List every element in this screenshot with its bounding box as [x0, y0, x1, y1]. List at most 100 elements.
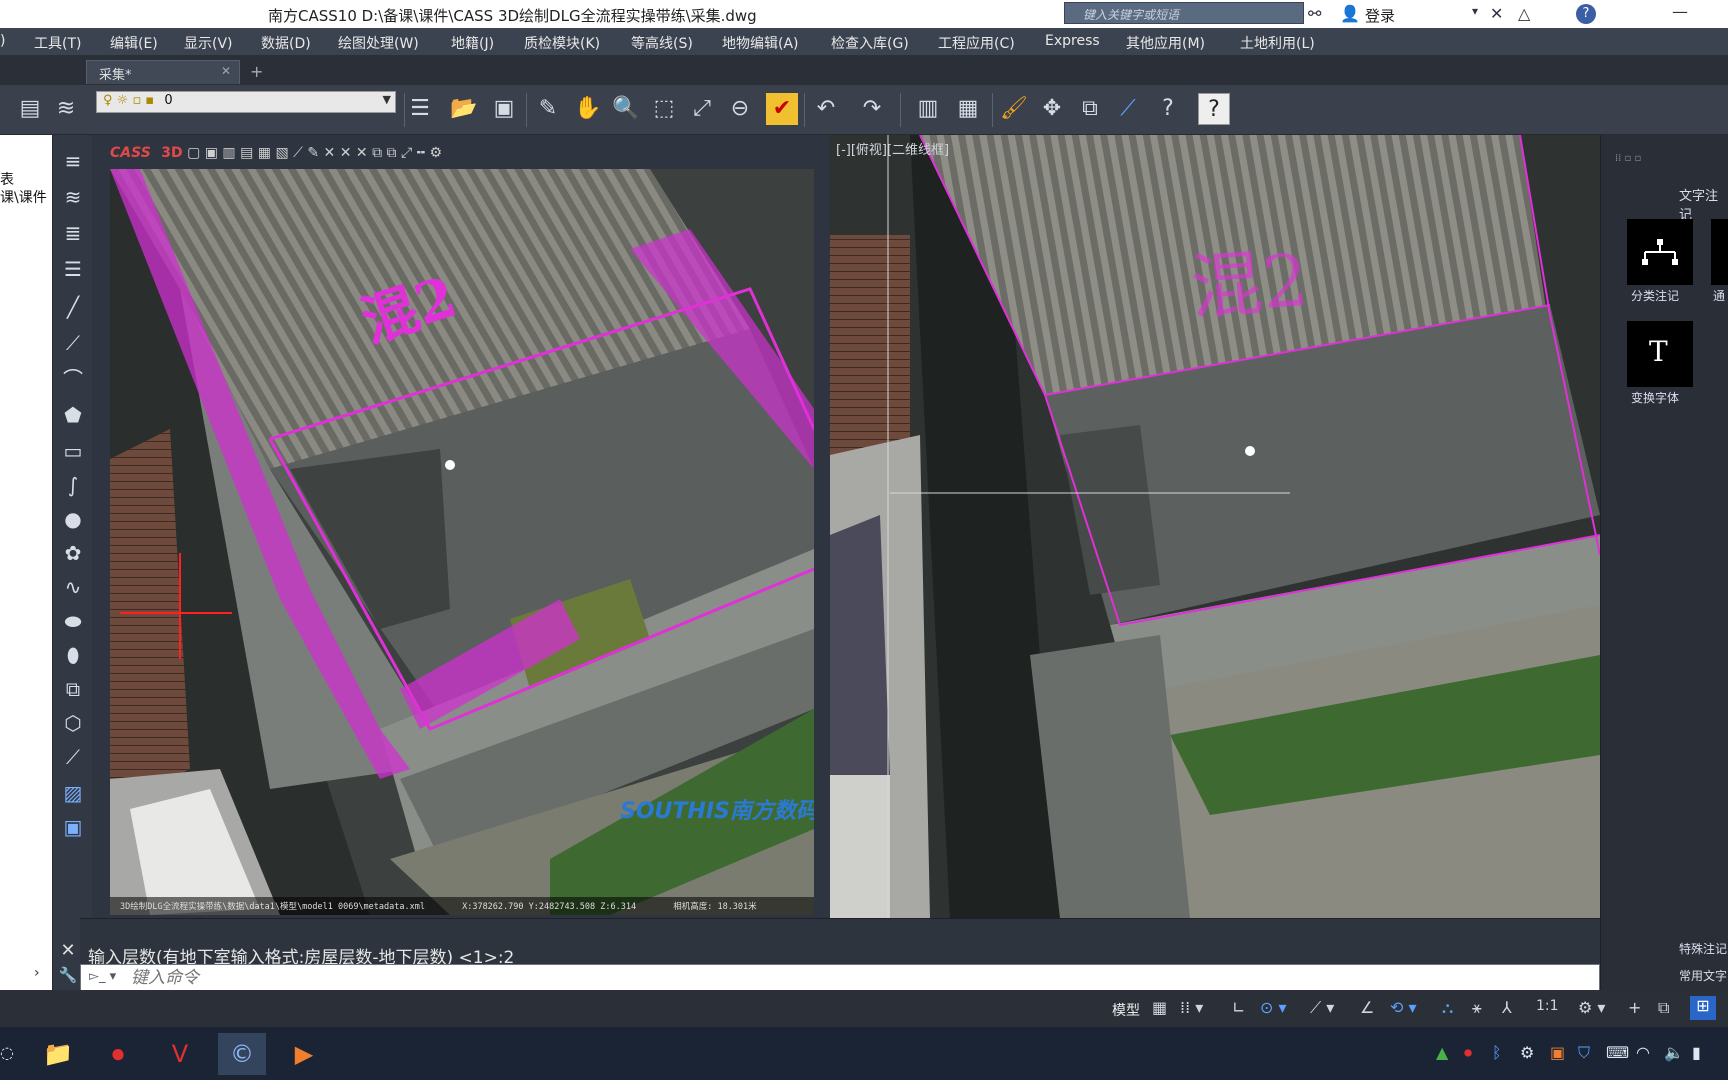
media-app-icon[interactable]: ▶ — [280, 1033, 328, 1075]
ime-icon[interactable]: ⌨ — [1606, 1043, 1629, 1062]
line-icon[interactable]: ╱ — [57, 291, 89, 323]
polyline-icon[interactable]: ⟋ — [57, 327, 89, 359]
help-icon[interactable]: ? — [1576, 4, 1596, 24]
viewport-label[interactable]: [-][俯视][二维线框] — [836, 139, 949, 158]
layer-dropdown[interactable]: ♀ ☼ ▫ ▪ 0 ▼ — [96, 91, 396, 113]
rectangle-icon[interactable]: ▭ — [57, 435, 89, 467]
battery-icon[interactable]: ▮ — [1692, 1043, 1701, 1062]
truncated-tool-button[interactable] — [1711, 219, 1728, 285]
save-icon[interactable]: ▣ — [488, 93, 520, 125]
menu-display[interactable]: 显示(V) — [184, 33, 233, 53]
tray-office-icon[interactable]: ▣ — [1550, 1043, 1565, 1062]
point-icon[interactable]: ⟋ — [57, 741, 89, 773]
brush-icon[interactable]: 🖌 — [998, 93, 1030, 125]
design-center-icon[interactable]: ▦ — [952, 93, 984, 125]
help-search-input[interactable]: 键入关键字或短语 — [1064, 2, 1304, 24]
common-text-label[interactable]: 常用文字 — [1679, 967, 1727, 984]
layer-properties-icon[interactable]: ▤ — [14, 93, 46, 125]
curve-icon[interactable]: ∫ — [57, 469, 89, 501]
user-icon[interactable]: 👤 — [1340, 4, 1360, 23]
help-icon[interactable]: ? — [1198, 93, 1230, 125]
zoom-icon[interactable]: 🔍 — [610, 93, 642, 125]
menu-data[interactable]: 数据(D) — [261, 33, 311, 53]
ellipse-arc-icon[interactable]: ⬮ — [57, 639, 89, 671]
menu-feature-edit[interactable]: 地物编辑(A) — [722, 33, 799, 53]
properties-icon[interactable]: ▥ — [912, 93, 944, 125]
zoom-previous-icon[interactable]: ⊖ — [724, 93, 756, 125]
change-font-button[interactable]: T — [1627, 321, 1693, 387]
move-icon[interactable]: ✥ — [1036, 93, 1068, 125]
login-dropdown-icon[interactable]: ▾ — [1472, 4, 1478, 18]
help-circle-icon[interactable]: ? — [1152, 93, 1184, 125]
menu-edit[interactable]: 编辑(E) — [110, 33, 158, 53]
settings-gear-icon[interactable]: ⚙ ▾ — [1578, 998, 1605, 1017]
shield-icon[interactable]: ⛉ — [1578, 1043, 1590, 1063]
recorder-icon[interactable]: ⏺ — [94, 1033, 142, 1075]
command-prompt-icon[interactable]: ▻_ ▾ — [89, 969, 116, 984]
workspace-icon[interactable]: ⅄ — [1502, 998, 1512, 1017]
menu-contour[interactable]: 等高线(S) — [631, 33, 693, 53]
trim-icon[interactable]: ⟋ — [1112, 93, 1144, 125]
annotation-scale-icon[interactable]: ⚹ — [1472, 998, 1482, 1018]
make-block-icon[interactable]: ⬡ — [57, 707, 89, 739]
layer-manager-icon[interactable]: ≡ — [57, 145, 89, 177]
3d-tool-icons[interactable]: ▢ ▣ ▥ ▤ ▦ ▧ ⟋ ✎ ✕ ✕ ✕ ⧉ ⧉ ⤢ ╍ ⚙ — [187, 145, 442, 161]
highlight-tool-icon[interactable]: ✔ — [766, 93, 798, 125]
revcloud-icon[interactable]: ✿ — [57, 537, 89, 569]
hatch-icon[interactable]: ▨ — [57, 777, 89, 809]
menu-check[interactable]: 检查入库(G) — [831, 33, 909, 53]
menu-other[interactable]: 其他应用(M) — [1126, 33, 1205, 53]
chevron-right-icon[interactable]: › — [34, 965, 40, 981]
login-button[interactable]: 登录 — [1365, 5, 1395, 26]
ortho-icon[interactable]: ∟ — [1232, 998, 1245, 1017]
layout-icon[interactable]: ⧉ — [1658, 998, 1669, 1018]
zoom-extents-icon[interactable]: ⤢ — [686, 93, 718, 125]
oblique-photo-view[interactable]: 混2 SOUTHIS南方数码 3D绘制DLG全流程实操带练\数据\data1\模… — [110, 169, 814, 915]
command-input[interactable] — [131, 968, 1591, 988]
spline-icon[interactable]: ∿ — [57, 571, 89, 603]
osnap-icon[interactable]: ⟋ ▾ — [1310, 998, 1334, 1018]
arc-icon[interactable]: ⌒ — [57, 363, 89, 395]
menu-drawing[interactable]: 绘图处理(W) — [338, 33, 419, 53]
scale-dropdown[interactable]: 1:1 — [1536, 998, 1559, 1014]
special-annotation-label[interactable]: 特殊注记 — [1679, 940, 1727, 957]
undo-icon[interactable]: ↶ — [810, 93, 842, 125]
exchange-icon[interactable]: ✕ — [1490, 4, 1503, 23]
plus-icon[interactable]: + — [1628, 998, 1641, 1017]
menu-land-use[interactable]: 土地利用(L) — [1240, 33, 1315, 53]
annotation-visibility-icon[interactable]: ⛬ — [1442, 998, 1453, 1018]
model-space-button[interactable]: 模型 — [1112, 1000, 1140, 1020]
palette-grip-icon[interactable]: ⁞⁞ ▫ ▫ — [1615, 153, 1641, 164]
autodesk-icon[interactable]: △ — [1518, 4, 1530, 23]
tray-record-icon[interactable]: ⏺ — [1464, 1043, 1472, 1063]
gradient-icon[interactable]: ▣ — [57, 811, 89, 843]
panel-text-2[interactable]: 课\课件 — [0, 187, 47, 207]
minimize-icon[interactable]: — — [1672, 2, 1688, 21]
menu-cadastre[interactable]: 地籍(J) — [451, 33, 494, 53]
menu-express[interactable]: Express — [1045, 33, 1100, 49]
layer-off-icon[interactable]: ≣ — [57, 217, 89, 249]
polygon-icon[interactable]: ⬟ — [57, 399, 89, 431]
wifi-icon[interactable]: ◠ — [1636, 1043, 1650, 1062]
grid-icon[interactable]: ▦ — [1152, 998, 1167, 1017]
binoculars-icon[interactable]: ⚯ — [1308, 4, 1321, 23]
fullscreen-icon[interactable]: ⊞ — [1690, 996, 1716, 1020]
volume-icon[interactable]: 🔈 — [1664, 1043, 1684, 1062]
linetype-icon[interactable]: ☰ — [404, 93, 436, 125]
wrench-icon[interactable]: 🔧 — [56, 966, 80, 990]
zoom-window-icon[interactable]: ⬚ — [648, 93, 680, 125]
viewport-2d-right[interactable]: [-][俯视][二维线框] 混2 — [830, 135, 1600, 918]
app-v-icon[interactable]: V — [156, 1033, 204, 1075]
polar-icon[interactable]: ⊙ ▾ — [1260, 998, 1287, 1017]
file-explorer-icon[interactable]: 📁 — [34, 1033, 82, 1075]
tray-app-icon[interactable]: ⚙ — [1520, 1043, 1534, 1062]
ellipse-icon[interactable]: ⬬ — [57, 605, 89, 637]
tab-close-icon[interactable]: ✕ — [221, 64, 231, 78]
tab-document[interactable]: 采集* ✕ — [86, 60, 240, 84]
copy-objects-icon[interactable]: ⧉ — [1074, 93, 1106, 125]
redo-icon[interactable]: ↷ — [856, 93, 888, 125]
insert-block-icon[interactable]: ⧉ — [57, 673, 89, 705]
layer-stack-icon[interactable]: ≋ — [57, 181, 89, 213]
menu-engineering[interactable]: 工程应用(C) — [938, 33, 1015, 53]
close-icon[interactable]: ✕ — [56, 940, 80, 964]
